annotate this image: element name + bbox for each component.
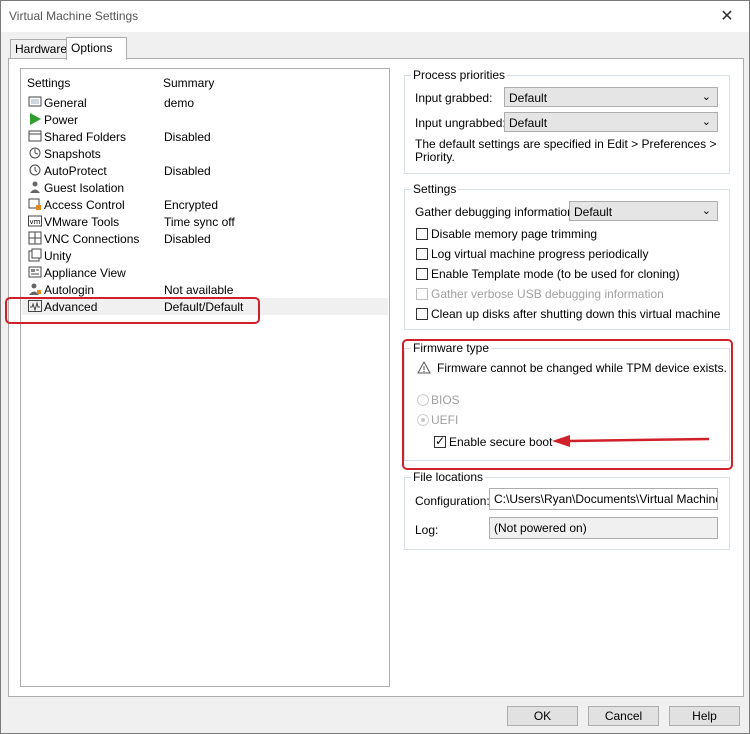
list-item-shared-folders[interactable]: Shared Folders Disabled — [22, 128, 388, 145]
snapshots-icon — [29, 147, 41, 159]
template-mode-checkbox[interactable] — [416, 268, 428, 280]
cleanup-disks-label: Clean up disks after shutting down this … — [431, 307, 721, 321]
guest-isolation-icon — [30, 181, 40, 193]
list-item-appliance-view[interactable]: Appliance View — [22, 264, 388, 281]
summary-column-header[interactable]: Summary — [163, 76, 214, 90]
appliance-view-icon — [28, 266, 42, 278]
template-mode-label: Enable Template mode (to be used for clo… — [431, 267, 680, 281]
list-item-access-control[interactable]: Access Control Encrypted — [22, 196, 388, 213]
autologin-icon — [29, 283, 41, 295]
input-ungrabbed-label: Input ungrabbed: — [415, 116, 506, 130]
debug-info-select[interactable]: Default ⌄ — [569, 201, 718, 221]
vnc-icon — [28, 231, 42, 245]
usb-debugging-label: Gather verbose USB debugging information — [431, 287, 664, 301]
list-item-vnc-connections[interactable]: VNC Connections Disabled — [22, 230, 388, 247]
ok-button[interactable]: OK — [507, 706, 578, 726]
window-title: Virtual Machine Settings — [9, 9, 139, 23]
configuration-field[interactable]: C:\Users\Ryan\Documents\Virtual Machines… — [489, 488, 718, 510]
access-control-icon — [28, 198, 41, 210]
tab-hardware[interactable]: Hardware — [10, 39, 73, 59]
list-item-power[interactable]: Power — [22, 111, 388, 128]
settings-column-header[interactable]: Settings — [27, 76, 70, 90]
list-item-guest-isolation[interactable]: Guest Isolation — [22, 179, 388, 196]
chevron-down-icon: ⌄ — [701, 205, 711, 217]
tab-options[interactable]: Options — [66, 37, 127, 60]
chevron-down-icon: ⌄ — [701, 91, 711, 103]
advanced-highlight — [5, 297, 260, 324]
list-item-unity[interactable]: Unity — [22, 247, 388, 264]
priority-note: The default settings are specified in Ed… — [415, 137, 717, 151]
unity-icon — [28, 248, 42, 262]
file-locations-title: File locations — [411, 470, 486, 484]
list-item-general[interactable]: General demo — [22, 94, 388, 111]
svg-text:vm: vm — [30, 218, 41, 226]
usb-debugging-checkbox — [416, 288, 428, 300]
configuration-label: Configuration: — [415, 494, 490, 508]
input-ungrabbed-select[interactable]: Default ⌄ — [504, 112, 718, 132]
process-priorities-title: Process priorities — [411, 68, 508, 82]
debug-info-label: Gather debugging information: — [415, 205, 578, 219]
annotation-arrow — [552, 435, 710, 447]
cancel-button[interactable]: Cancel — [588, 706, 659, 726]
disable-memory-trimming-label: Disable memory page trimming — [431, 227, 598, 241]
settings-list[interactable]: Settings Summary General demo Power Shar… — [20, 68, 390, 687]
priority-note-line2: Priority. — [415, 150, 455, 164]
settings-group-title: Settings — [411, 182, 459, 196]
general-icon — [28, 96, 42, 107]
power-icon — [30, 113, 41, 125]
disable-memory-trimming-checkbox[interactable] — [416, 228, 428, 240]
list-item-autologin[interactable]: Autologin Not available — [22, 281, 388, 298]
list-item-vmware-tools[interactable]: vm VMware Tools Time sync off — [22, 213, 388, 230]
cleanup-disks-checkbox[interactable] — [416, 308, 428, 320]
help-button[interactable]: Help — [669, 706, 740, 726]
log-label: Log: — [415, 523, 439, 537]
chevron-down-icon: ⌄ — [701, 116, 711, 128]
firmware-highlight — [402, 339, 733, 470]
vmware-tools-icon: vm — [28, 215, 42, 227]
close-button[interactable]: ✕ — [717, 6, 737, 26]
shared-folders-icon — [28, 130, 42, 142]
log-progress-label: Log virtual machine progress periodicall… — [431, 247, 649, 261]
log-progress-checkbox[interactable] — [416, 248, 428, 260]
autoprotect-icon — [29, 164, 41, 176]
input-grabbed-select[interactable]: Default ⌄ — [504, 87, 718, 107]
title-bar: Virtual Machine Settings ✕ — [1, 1, 749, 32]
list-item-snapshots[interactable]: Snapshots — [22, 145, 388, 162]
list-item-autoprotect[interactable]: AutoProtect Disabled — [22, 162, 388, 179]
input-grabbed-label: Input grabbed: — [415, 91, 493, 105]
log-field: (Not powered on) — [489, 517, 718, 539]
